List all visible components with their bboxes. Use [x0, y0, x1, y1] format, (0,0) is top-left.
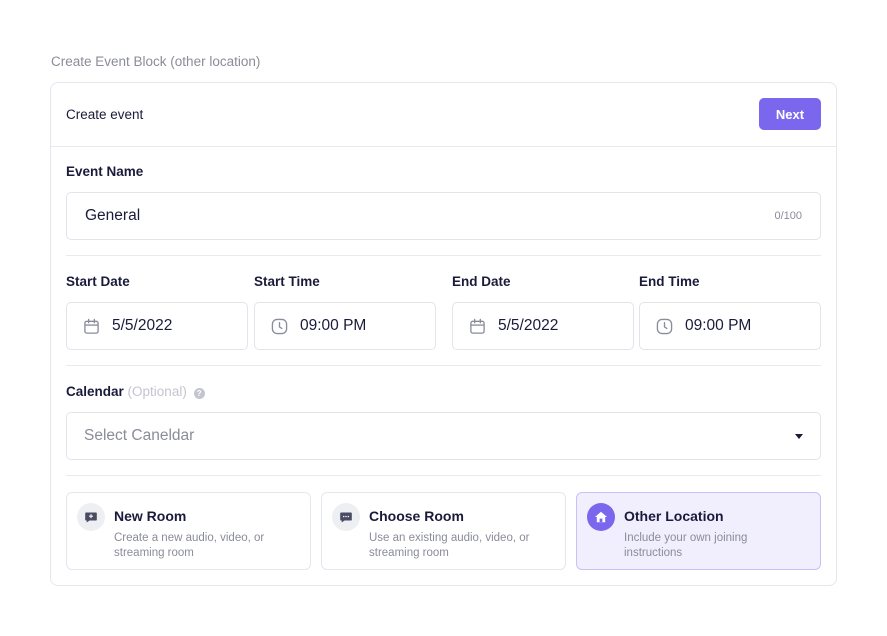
calendar-select[interactable]: Select Caneldar [66, 412, 821, 460]
option-title: Choose Room [369, 508, 464, 524]
event-name-field[interactable]: General 0/100 [66, 192, 821, 240]
divider [66, 365, 821, 366]
event-name-value: General [85, 207, 141, 224]
divider [66, 475, 821, 476]
start-time-label: Start Time [254, 274, 320, 289]
end-date-value: 5/5/2022 [498, 317, 559, 334]
optional-text: (Optional) [127, 384, 187, 399]
end-date-picker[interactable]: 5/5/2022 [452, 302, 634, 350]
char-counter: 0/100 [774, 210, 802, 222]
other-location-option[interactable]: Other Location Include your own joining … [576, 492, 821, 570]
end-time-label: End Time [639, 274, 700, 289]
card-title: Create event [66, 107, 144, 122]
start-date-label: Start Date [66, 274, 130, 289]
event-name-label: Event Name [66, 164, 144, 179]
start-date-value: 5/5/2022 [112, 317, 173, 334]
option-title: New Room [114, 508, 187, 524]
new-room-option[interactable]: New Room Create a new audio, video, or s… [66, 492, 311, 570]
option-description: Create a new audio, video, or streaming … [114, 532, 265, 559]
calendar-icon [470, 318, 485, 334]
question-icon[interactable]: ? [193, 388, 205, 399]
page-caption: Create Event Block (other location) [51, 54, 261, 69]
choose-room-option[interactable]: Choose Room Use an existing audio, video… [321, 492, 566, 570]
plus-chat-icon [77, 503, 105, 531]
calendar-select-placeholder: Select Caneldar [84, 427, 195, 444]
calendar-icon [84, 318, 99, 334]
chat-icon [332, 503, 360, 531]
clock-icon [656, 318, 673, 335]
clock-icon [271, 318, 288, 335]
start-time-picker[interactable]: 09:00 PM [254, 302, 436, 350]
option-title: Other Location [624, 508, 724, 524]
start-date-picker[interactable]: 5/5/2022 [66, 302, 248, 350]
home-icon [587, 503, 615, 531]
end-time-value: 09:00 PM [685, 317, 752, 334]
next-button[interactable]: Next [759, 98, 821, 130]
card-header: Create event Next [51, 83, 836, 147]
end-time-picker[interactable]: 09:00 PM [639, 302, 821, 350]
divider [66, 255, 821, 256]
create-event-card: Create event Next Event Name General 0/1… [50, 82, 837, 586]
calendar-label-text: Calendar [66, 384, 124, 399]
option-description: Use an existing audio, video, or streami… [369, 532, 530, 559]
start-time-value: 09:00 PM [300, 317, 367, 334]
calendar-label: Calendar (Optional) ? [66, 384, 205, 399]
end-date-label: End Date [452, 274, 511, 289]
chevron-down-icon [795, 434, 803, 439]
option-description: Include your own joining instructions [624, 532, 748, 559]
